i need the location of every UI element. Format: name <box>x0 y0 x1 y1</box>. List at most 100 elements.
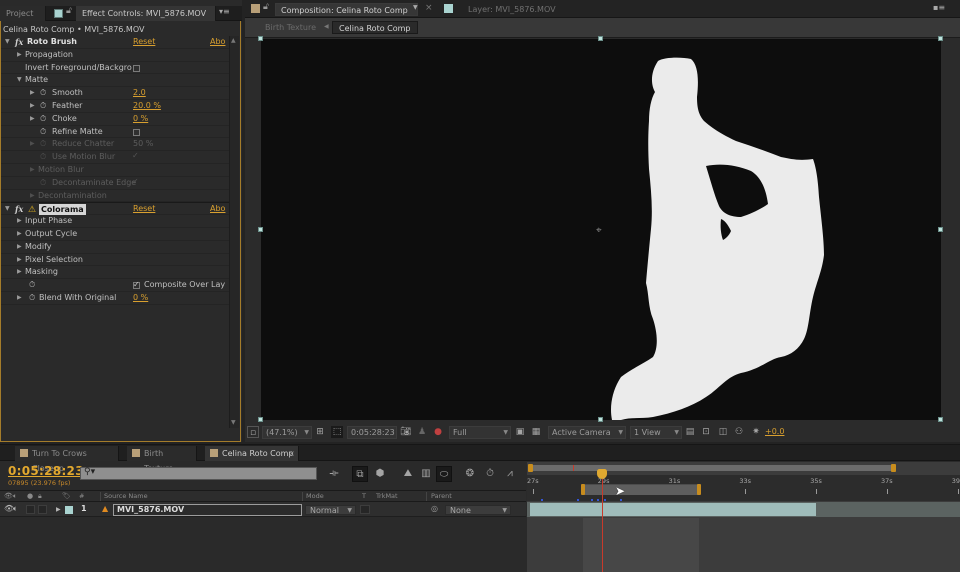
property-matte[interactable]: ▼ Matte <box>1 74 229 88</box>
scroll-down-icon[interactable]: ▼ <box>231 419 236 426</box>
panel-menu-icon[interactable]: ▪≡ <box>933 3 945 12</box>
work-area-bar[interactable] <box>582 484 700 495</box>
blend-value[interactable]: 0 % <box>133 292 148 305</box>
column-parent[interactable]: Parent <box>431 492 452 500</box>
stopwatch-icon[interactable]: ⏱︎ <box>40 100 46 113</box>
graph-editor-icon[interactable]: ⩘ <box>502 466 518 482</box>
expand-triangle-icon[interactable]: ▶ <box>30 113 35 126</box>
time-navigator-end-handle[interactable] <box>891 464 896 472</box>
layer-duration-bar[interactable] <box>530 503 817 516</box>
choke-value[interactable]: 0 % <box>133 113 148 126</box>
expand-triangle-icon[interactable]: ▼ <box>17 74 22 87</box>
show-snapshot-icon[interactable]: ♟ <box>416 426 428 438</box>
layer-handle[interactable] <box>598 36 603 41</box>
camera-dropdown[interactable]: Active Camera <box>548 426 626 439</box>
pickwhip-icon[interactable]: ◎ <box>431 504 438 513</box>
tab-effect-controls[interactable]: Effect Controls: MVI_5876.MOV <box>76 6 216 21</box>
channel-icon[interactable]: ● <box>432 426 444 438</box>
audio-toggle-icon[interactable]: 🔈︎ <box>13 492 17 501</box>
tab-birth-texture[interactable]: Birth Texture <box>127 446 197 473</box>
fx-icon[interactable]: fx <box>15 36 23 49</box>
hide-shy-layers-icon[interactable]: ⛰ <box>400 466 416 482</box>
exposure-reset-icon[interactable]: ✷ <box>750 426 762 438</box>
exposure-value[interactable]: +0.0 <box>765 427 784 436</box>
audio-icon[interactable]: 🔈︎ <box>13 504 18 514</box>
expand-triangle-icon[interactable]: ▶ <box>30 87 35 100</box>
expand-triangle-icon[interactable]: ▶ <box>17 228 22 241</box>
expand-triangle-icon[interactable]: ▶ <box>30 100 35 113</box>
lock-icon[interactable]: 🔓︎ <box>263 2 269 12</box>
property-pixel-selection[interactable]: ▶ Pixel Selection <box>1 254 229 267</box>
layer-handle[interactable] <box>258 36 263 41</box>
effect-header-roto-brush[interactable]: ▼ fx Roto Brush Reset Abo <box>1 36 229 49</box>
safe-margins-icon[interactable]: ⊞ <box>314 426 326 438</box>
region-of-interest-icon[interactable]: ⬚ <box>331 426 343 438</box>
label-tag-icon[interactable]: 🏷︎ <box>62 492 71 500</box>
brainstorm-icon[interactable]: ❂ <box>462 466 478 482</box>
stopwatch-icon[interactable]: ⏱︎ <box>29 279 35 292</box>
anchor-point-icon[interactable]: ⌖ <box>596 225 602 236</box>
invert-foreground-checkbox[interactable] <box>133 64 140 72</box>
view-layout-dropdown[interactable]: 1 View <box>630 426 682 439</box>
scroll-up-icon[interactable]: ▲ <box>231 37 236 44</box>
layer-name-field[interactable]: MVI_5876.MOV <box>113 504 302 516</box>
breadcrumb-celina-roto-comp[interactable]: Celina Roto Comp <box>332 21 418 34</box>
layer-handle[interactable] <box>598 417 603 422</box>
lock-switch[interactable] <box>38 505 47 514</box>
tab-project[interactable]: Project <box>0 6 46 21</box>
blend-mode-dropdown[interactable]: Normal <box>305 505 356 515</box>
layer-handle[interactable] <box>938 417 943 422</box>
breadcrumb-birth-texture[interactable]: Birth Texture <box>265 21 316 34</box>
column-source-name[interactable]: Source Name <box>104 492 148 500</box>
about-link[interactable]: Abo <box>210 36 225 49</box>
expand-triangle-icon[interactable]: ▼ <box>5 36 10 49</box>
auto-keyframe-icon[interactable]: ⏱︎ <box>482 466 498 482</box>
expand-triangle-icon[interactable]: ▶ <box>17 266 22 279</box>
layer-handle[interactable] <box>258 227 263 232</box>
column-t[interactable]: T <box>362 492 366 500</box>
pixel-aspect-icon[interactable]: ▤ <box>684 426 696 438</box>
parent-dropdown[interactable]: None <box>445 505 511 515</box>
effect-header-colorama[interactable]: ▼ fx ⚠ Colorama Reset Abo <box>1 202 229 216</box>
property-modify[interactable]: ▶ Modify <box>1 241 229 254</box>
composite-over-layer-checkbox[interactable] <box>133 279 140 292</box>
live-update-icon[interactable]: ⧉ <box>352 466 368 482</box>
comp-dropdown-icon[interactable]: ▼ <box>413 4 418 11</box>
expand-triangle-icon[interactable]: ▶ <box>17 292 22 305</box>
tab-celina-roto-comp[interactable]: Celina Roto Comp × <box>205 446 299 461</box>
stopwatch-icon[interactable]: ⏱︎ <box>40 126 46 139</box>
motion-blur-icon[interactable]: ⬭ <box>436 466 452 482</box>
solo-switch[interactable] <box>26 505 35 514</box>
layer-handle[interactable] <box>938 36 943 41</box>
close-tab-icon[interactable]: × <box>288 446 295 461</box>
frame-blending-icon[interactable]: ▥ <box>418 466 434 482</box>
trkmat-slot[interactable] <box>360 505 370 514</box>
solo-icon[interactable]: ● <box>27 492 33 500</box>
effect-name-selected[interactable]: Colorama <box>39 204 86 216</box>
snapshot-icon[interactable]: 📷︎ <box>400 426 412 438</box>
always-preview-icon[interactable]: ▫ <box>247 426 259 438</box>
reset-link[interactable]: Reset <box>133 36 155 49</box>
refine-matte-checkbox[interactable] <box>133 128 140 136</box>
magnification-dropdown[interactable]: (47.1%) <box>262 426 312 439</box>
work-area-start-handle[interactable] <box>580 484 585 495</box>
expand-triangle-icon[interactable]: ▶ <box>17 254 22 267</box>
timeline-search-input[interactable]: ⚲▾ <box>80 467 317 480</box>
work-area-end-handle[interactable] <box>697 484 702 495</box>
expand-triangle-icon[interactable]: ▶ <box>56 506 61 513</box>
property-input-phase[interactable]: ▶ Input Phase <box>1 215 229 228</box>
property-propagation[interactable]: ▶ Propagation <box>1 49 229 62</box>
expand-triangle-icon[interactable]: ▶ <box>17 241 22 254</box>
expand-triangle-icon[interactable]: ▶ <box>17 49 22 62</box>
time-navigator-bar[interactable] <box>529 465 895 471</box>
current-time-button[interactable]: 0:05:28:23 <box>347 426 397 439</box>
feather-value[interactable]: 20.0 % <box>133 100 161 113</box>
effect-panel-scrollbar[interactable]: ▲ ▼ <box>229 36 239 428</box>
layer-handle[interactable] <box>938 227 943 232</box>
draft-3d-icon[interactable]: ⬢ <box>372 466 388 482</box>
layer-label-color[interactable] <box>65 506 73 514</box>
stopwatch-icon[interactable]: ⏱︎ <box>40 113 46 126</box>
fast-previews-icon[interactable]: ▣ <box>514 426 526 438</box>
current-time-indicator-line[interactable] <box>602 479 604 572</box>
stopwatch-icon[interactable]: ⏱︎ <box>29 292 35 305</box>
